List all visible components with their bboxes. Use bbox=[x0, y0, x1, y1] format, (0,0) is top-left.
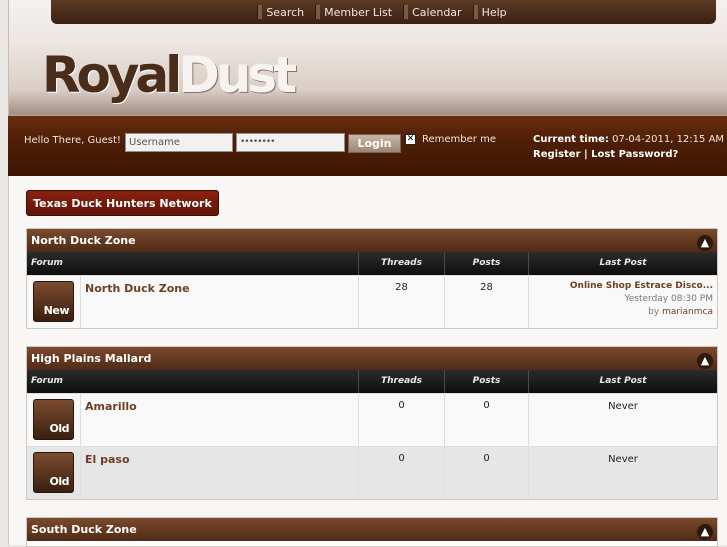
forum-last-post: Never bbox=[608, 454, 638, 465]
forum-status-cell: New bbox=[27, 276, 81, 328]
category-title[interactable]: High Plains Mallard bbox=[31, 352, 151, 365]
main-content: Texas Duck Hunters Network North Duck Zo… bbox=[8, 176, 727, 547]
nav-member-list-label: Member List bbox=[324, 5, 393, 19]
forum-badge: New bbox=[43, 304, 70, 317]
col-posts: Posts bbox=[445, 370, 529, 393]
forum-old-icon: Old bbox=[33, 452, 74, 493]
forum-old-icon: Old bbox=[33, 399, 74, 440]
category-header: High Plains Mallard ▲ bbox=[27, 347, 717, 370]
remember-me-label: Remember me bbox=[422, 134, 496, 145]
forum-status-cell: Old bbox=[27, 447, 81, 499]
column-headers: Forum Threads Posts Last Post bbox=[27, 370, 717, 393]
link-separator: | bbox=[580, 149, 592, 160]
last-post-title-link[interactable]: Online Shop Estrace Disco... bbox=[533, 280, 713, 293]
forum-badge: Old bbox=[49, 422, 70, 435]
password-input[interactable]: •••••••• bbox=[236, 133, 345, 152]
column-headers: Forum Threads Posts Last Post bbox=[27, 252, 717, 275]
forum-row: Old Amarillo 0 0 Never bbox=[27, 393, 717, 446]
last-post-time: Yesterday 08:30 PM bbox=[624, 294, 713, 304]
forum-row: New North Duck Zone 28 28 Online Shop Es… bbox=[27, 275, 717, 328]
collapse-icon[interactable]: ▲ bbox=[697, 353, 713, 369]
nav-calendar-label: Calendar bbox=[412, 5, 462, 19]
username-input[interactable]: Username bbox=[125, 133, 233, 152]
login-button[interactable]: Login bbox=[348, 134, 401, 153]
forum-name-link[interactable]: El paso bbox=[81, 447, 359, 499]
calendar-icon bbox=[403, 5, 409, 19]
last-post-author-link[interactable]: marianmca bbox=[662, 307, 713, 317]
search-icon bbox=[257, 5, 263, 19]
account-links: Register | Lost Password? bbox=[533, 149, 678, 160]
col-posts: Posts bbox=[445, 252, 529, 275]
forum-threads: 0 bbox=[359, 447, 445, 499]
guest-greeting: Hello There, Guest! bbox=[24, 135, 121, 146]
col-forum: Forum bbox=[27, 252, 359, 275]
forum-status-cell: Old bbox=[27, 394, 81, 446]
last-post-by: by marianmca bbox=[533, 306, 713, 319]
forum-posts: 0 bbox=[445, 447, 529, 499]
category-title[interactable]: North Duck Zone bbox=[31, 234, 136, 247]
nav-search[interactable]: Search bbox=[253, 0, 311, 24]
site-logo[interactable]: RoyalDust bbox=[42, 44, 297, 106]
forum-badge: Old bbox=[49, 475, 70, 488]
forum-threads: 0 bbox=[359, 394, 445, 446]
forum-last-post: Online Shop Estrace Disco... Yesterday 0… bbox=[529, 276, 717, 328]
collapse-icon[interactable]: ▲ bbox=[697, 524, 713, 540]
nav-calendar[interactable]: Calendar bbox=[399, 0, 468, 24]
logo-royal: Royal bbox=[42, 46, 182, 104]
nav-help-label: Help bbox=[481, 5, 507, 19]
col-threads: Threads bbox=[359, 252, 445, 275]
logo-dust: Dust bbox=[178, 46, 297, 104]
category-south-duck-zone: South Duck Zone ▲ bbox=[26, 517, 718, 547]
top-navigation: Search Member List Calendar Help bbox=[51, 0, 716, 24]
nav-search-label: Search bbox=[266, 5, 305, 19]
col-last-post: Last Post bbox=[599, 376, 647, 386]
forum-name-link[interactable]: Amarillo bbox=[81, 394, 359, 446]
current-time-value: 07-04-2011, 12:15 AM bbox=[612, 134, 725, 145]
nav-help[interactable]: Help bbox=[469, 0, 514, 24]
category-title[interactable]: South Duck Zone bbox=[31, 523, 137, 536]
forum-posts: 28 bbox=[445, 276, 529, 328]
nav-member-list[interactable]: Member List bbox=[311, 0, 399, 24]
category-north-duck-zone: North Duck Zone ▲ Forum Threads Posts La… bbox=[26, 228, 718, 329]
col-last-post: Last Post bbox=[599, 258, 647, 268]
remember-me-checkbox[interactable]: ✕ bbox=[405, 134, 416, 145]
register-link[interactable]: Register bbox=[533, 149, 581, 160]
network-button[interactable]: Texas Duck Hunters Network bbox=[26, 190, 219, 216]
current-time: Current time: 07-04-2011, 12:15 AM bbox=[533, 134, 724, 145]
category-header: South Duck Zone ▲ bbox=[27, 518, 717, 541]
login-bar: Hello There, Guest! Username •••••••• Lo… bbox=[8, 115, 727, 176]
help-icon bbox=[472, 5, 478, 19]
forum-last-post: Never bbox=[608, 401, 638, 412]
col-threads: Threads bbox=[359, 370, 445, 393]
current-time-label: Current time: bbox=[533, 134, 609, 145]
forum-threads: 28 bbox=[359, 276, 445, 328]
forum-posts: 0 bbox=[445, 394, 529, 446]
forum-new-icon: New bbox=[33, 281, 74, 322]
last-post-by-prefix: by bbox=[648, 307, 663, 317]
forum-name-link[interactable]: North Duck Zone bbox=[81, 276, 359, 328]
members-icon bbox=[315, 5, 321, 19]
category-header: North Duck Zone ▲ bbox=[27, 229, 717, 252]
collapse-icon[interactable]: ▲ bbox=[697, 235, 713, 251]
forum-row: Old El paso 0 0 Never bbox=[27, 446, 717, 499]
col-forum: Forum bbox=[27, 370, 359, 393]
lost-password-link[interactable]: Lost Password? bbox=[591, 149, 678, 160]
category-high-plains-mallard: High Plains Mallard ▲ Forum Threads Post… bbox=[26, 346, 718, 500]
